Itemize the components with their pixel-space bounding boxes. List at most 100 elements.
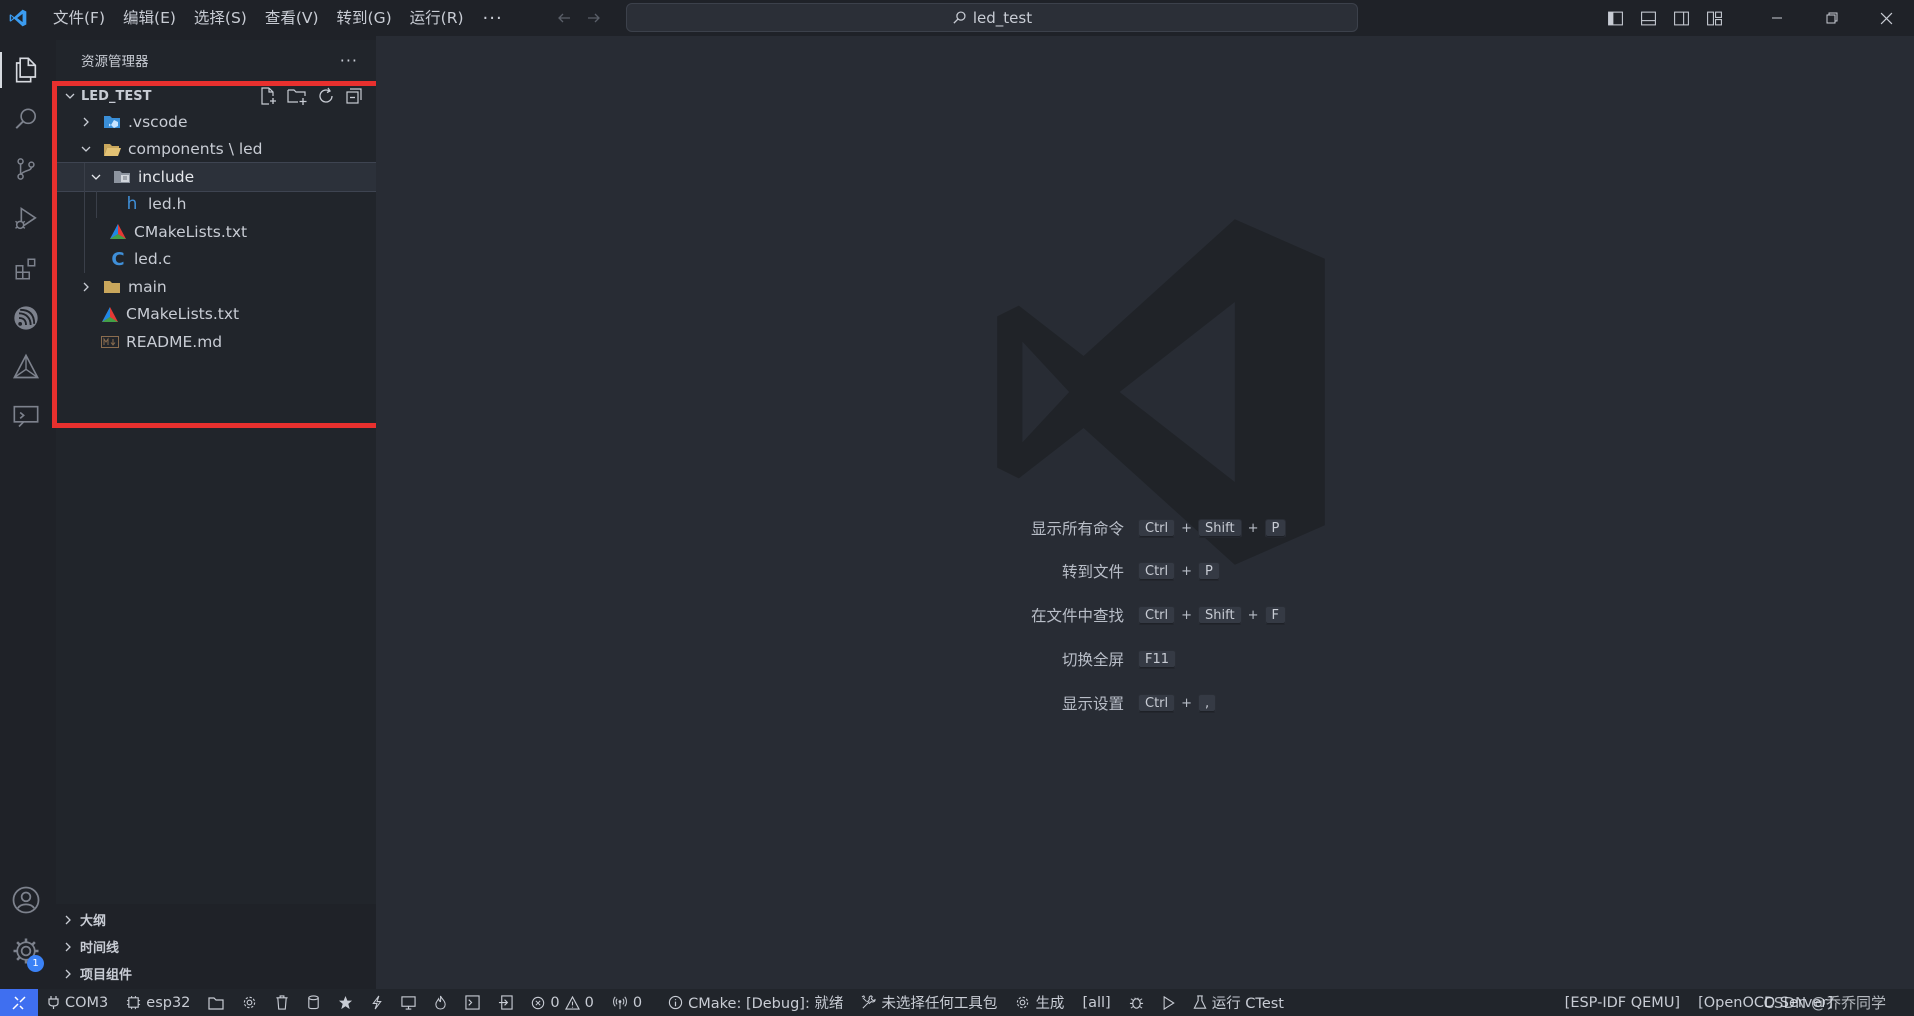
explorer-sidebar: 资源管理器 ··· LED_TEST .vscode components \ … [55,40,377,904]
export-icon [498,995,514,1010]
cmake-target-item[interactable]: [all] [1073,989,1119,1016]
remote-indicator[interactable] [0,989,38,1016]
ports-count: 0 [632,994,643,1011]
menu-file[interactable]: 文件(F) [44,0,114,36]
menu-run[interactable]: 运行(R) [401,0,473,36]
monitor-item[interactable] [392,989,425,1016]
refresh-icon[interactable] [316,86,336,106]
search-icon[interactable] [0,93,52,145]
section-label: 大纲 [80,914,107,929]
tree-item-components-led-folder[interactable]: components \ led [56,136,376,164]
menu-view[interactable]: 查看(V) [256,0,328,36]
keycap: Ctrl [1138,605,1176,625]
cmake-file-icon [108,223,128,241]
new-file-icon[interactable] [258,86,278,106]
shortcut-label: 显示所有命令 [1030,520,1124,538]
full-clean-item[interactable] [266,989,298,1016]
explorer-more-button[interactable]: ··· [340,51,358,70]
section-timeline[interactable]: 时间线 [56,933,376,960]
include-folder-icon [112,168,132,186]
ctest-item[interactable]: 运行 CTest [1184,989,1293,1016]
explorer-icon[interactable] [0,44,52,96]
close-icon[interactable] [1859,0,1914,36]
workspace-root-header[interactable]: LED_TEST [56,84,376,108]
lightning-icon [371,995,383,1010]
menu-more-button[interactable]: ··· [473,8,513,29]
custom-task-item[interactable] [489,989,522,1016]
chevron-right-icon [62,968,74,980]
qemu-item[interactable]: [ESP-IDF QEMU] [1556,989,1689,1016]
menu-edit[interactable]: 编辑(E) [114,0,185,36]
monitor-icon [401,995,417,1010]
tree-item-vscode-folder[interactable]: .vscode [56,108,376,136]
menuconfig-item[interactable] [233,989,266,1016]
sdk-config-folder-item[interactable] [199,989,233,1016]
section-project-components[interactable]: 项目组件 [56,960,376,987]
flash-item[interactable] [362,989,392,1016]
toggle-panel-icon[interactable] [1632,0,1665,36]
cmake-debug-item[interactable] [1120,989,1153,1016]
tree-item-include-folder[interactable]: include [55,162,377,192]
shortcut-label: 切换全屏 [1061,651,1124,669]
menu-go[interactable]: 转到(G) [328,0,401,36]
indent-guide [84,218,85,246]
chevron-down-icon [78,141,94,157]
espressif-icon[interactable] [0,292,52,344]
build-flash-monitor-item[interactable] [425,989,456,1016]
activity-bar: 1 [0,36,52,989]
extensions-icon[interactable] [0,243,52,295]
tree-item-component-cmakelists[interactable]: CMakeLists.txt [56,218,376,246]
source-control-icon[interactable] [0,143,52,195]
terminal-item[interactable] [456,989,489,1016]
problems-item[interactable]: 0 0 [522,989,602,1016]
keycap: Shift [1198,605,1242,625]
collapse-all-icon[interactable] [344,86,364,106]
back-arrow-icon[interactable] [556,10,572,26]
toggle-primary-sidebar-icon[interactable] [1599,0,1632,36]
chevron-right-icon [62,941,74,953]
cmake-icon[interactable] [0,341,52,393]
command-center-search[interactable]: led_test [626,3,1358,32]
cmake-status-label: CMake: [Debug]: 就绪 [688,996,844,1012]
ports-item[interactable]: 0 [603,989,651,1016]
target-item[interactable]: esp32 [117,989,199,1016]
title-bar: 文件(F) 编辑(E) 选择(S) 查看(V) 转到(G) 运行(R) ··· … [0,0,1914,36]
shortcut-keys: F11 [1138,649,1177,669]
tree-item-main-folder[interactable]: main [56,273,376,301]
tree-item-label: led.h [148,195,187,214]
menu-bar: 文件(F) 编辑(E) 选择(S) 查看(V) 转到(G) 运行(R) ··· [44,0,513,36]
tree-item-root-cmakelists[interactable]: CMakeLists.txt [56,301,376,329]
cmake-status-item[interactable]: CMake: [Debug]: 就绪 [659,989,852,1016]
keycap: P [1198,561,1220,581]
toggle-secondary-sidebar-icon[interactable] [1665,0,1698,36]
section-outline[interactable]: 大纲 [56,906,376,933]
customize-layout-icon[interactable] [1698,0,1731,36]
tree-item-label: led.c [134,250,172,269]
run-and-debug-icon[interactable] [0,193,52,245]
settings-gear-icon[interactable]: 1 [0,925,52,977]
folder-icon [102,278,122,296]
minimize-icon[interactable] [1749,0,1804,36]
new-folder-icon[interactable] [286,86,308,106]
serial-port-label: COM3 [65,994,109,1011]
markdown-file-icon [100,333,120,351]
remote-explorer-icon[interactable] [0,390,52,442]
gear-icon [1015,995,1030,1010]
flash-method-item[interactable] [298,989,329,1016]
c-file-icon: C [111,248,125,270]
cmake-kit-item[interactable]: 未选择任何工具包 [852,989,1006,1016]
accounts-icon[interactable] [0,874,52,926]
ctest-label: 运行 CTest [1211,996,1284,1012]
menu-selection[interactable]: 选择(S) [185,0,256,36]
forward-arrow-icon[interactable] [586,10,602,26]
tree-item-led-c[interactable]: C led.c [56,245,376,273]
cmake-build-item[interactable]: 生成 [1006,989,1073,1016]
workspace-root-label: LED_TEST [81,88,152,104]
star-item[interactable] [329,989,362,1016]
restore-icon[interactable] [1804,0,1859,36]
tree-item-readme[interactable]: README.md [56,328,376,356]
tree-item-label: CMakeLists.txt [134,222,248,241]
serial-port-item[interactable]: COM3 [38,989,117,1016]
cmake-launch-item[interactable] [1153,989,1184,1016]
tree-item-led-h[interactable]: h led.h [56,190,376,218]
